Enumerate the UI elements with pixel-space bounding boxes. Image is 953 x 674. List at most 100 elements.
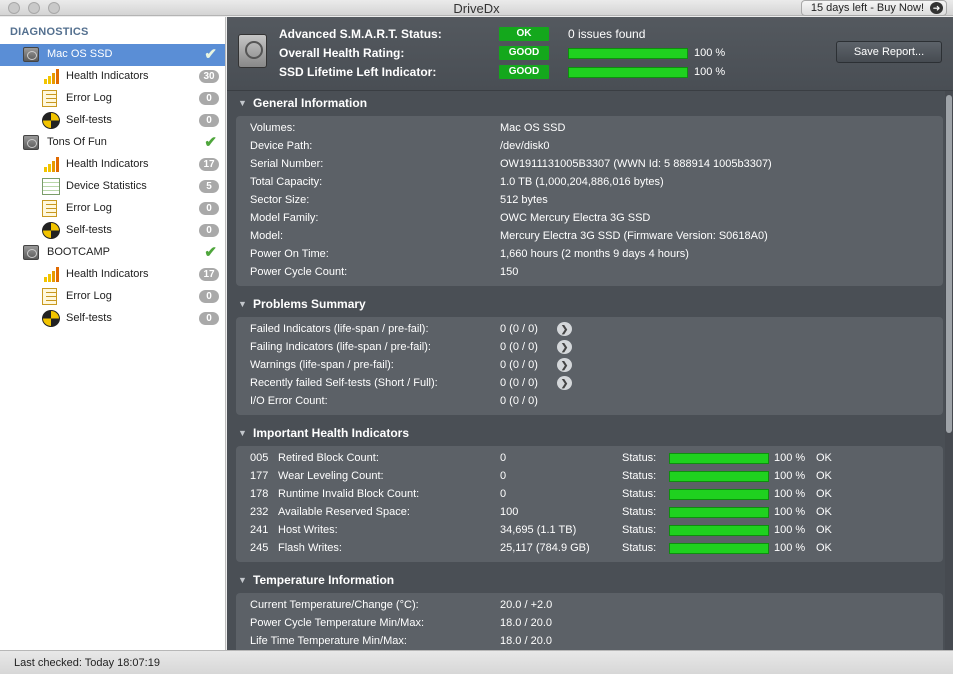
indicator-id: 177	[250, 470, 269, 482]
info-value: OW1911131005B3307 (WWN Id: 5 888914 1005…	[500, 158, 772, 170]
temperature-value: 18.0 / 20.0	[500, 635, 552, 647]
info-label: Sector Size:	[250, 194, 310, 206]
indicator-name: Available Reserved Space:	[278, 506, 410, 518]
info-label: Total Capacity:	[250, 176, 323, 188]
smart-status-label: Advanced S.M.A.R.T. Status:	[279, 27, 442, 41]
disk-drive-icon	[23, 245, 39, 260]
go-arrow-icon[interactable]: ❯	[557, 322, 572, 336]
indicator-percent: 100 %	[774, 542, 806, 554]
go-arrow-icon[interactable]: ❯	[557, 358, 572, 372]
health-bars-icon	[42, 156, 60, 173]
scrollbar-thumb[interactable]	[946, 95, 952, 433]
problem-value: 0 (0 / 0)	[500, 323, 538, 335]
sidebar-item-label: Health Indicators	[66, 70, 149, 82]
save-report-button[interactable]: Save Report...	[836, 41, 942, 63]
indicator-label: 177 Wear Leveling Count:	[250, 470, 384, 482]
info-value: /dev/disk0	[500, 140, 550, 152]
self-tests-icon	[42, 310, 60, 327]
general-info-header[interactable]: ▼ General Information	[227, 93, 945, 113]
indicator-health-bar	[669, 543, 769, 554]
ssd-lifetime-percent: 100 %	[694, 66, 726, 78]
indicator-percent: 100 %	[774, 524, 806, 536]
sidebar-item-label: Self-tests	[66, 114, 112, 126]
sidebar-item[interactable]: Device Statistics 5	[0, 176, 225, 198]
info-value: Mac OS SSD	[500, 122, 566, 134]
indicator-name: Wear Leveling Count:	[278, 470, 384, 482]
health-bars-icon	[42, 266, 60, 283]
problem-value: 0 (0 / 0)	[500, 377, 538, 389]
sidebar-item-label: Health Indicators	[66, 158, 149, 170]
sidebar-disk-1[interactable]: Tons Of Fun ✔	[0, 132, 225, 154]
sidebar-item[interactable]: Self-tests 0	[0, 308, 225, 330]
indicator-value: 100	[500, 506, 519, 518]
sidebar-item-label: Self-tests	[66, 224, 112, 236]
indicator-value: 0	[500, 470, 507, 482]
count-badge: 0	[199, 92, 219, 105]
sidebar-item[interactable]: Self-tests 0	[0, 110, 225, 132]
section-title: Problems Summary	[253, 297, 366, 311]
section-title: Important Health Indicators	[253, 426, 410, 440]
problem-label: I/O Error Count:	[250, 395, 328, 407]
problem-value: 0 (0 / 0)	[500, 395, 538, 407]
problems-summary-header[interactable]: ▼ Problems Summary	[227, 294, 945, 314]
overall-health-bar	[568, 48, 688, 59]
temperature-value: 18.0 / 20.0	[500, 617, 552, 629]
sidebar-disk-0[interactable]: Mac OS SSD ✔	[0, 44, 225, 66]
disk-drive-icon	[23, 47, 39, 62]
indicator-percent: 100 %	[774, 470, 806, 482]
overall-health-badge: GOOD	[499, 46, 549, 60]
temperature-label: Power Cycle Temperature Min/Max:	[250, 617, 425, 629]
smart-status-badge: OK	[499, 27, 549, 41]
self-tests-icon	[42, 112, 60, 129]
sidebar-item[interactable]: Health Indicators 17	[0, 264, 225, 286]
sidebar-item[interactable]: Self-tests 0	[0, 220, 225, 242]
indicator-status-label: Status:	[622, 542, 657, 554]
main-content: Advanced S.M.A.R.T. Status: OK 0 issues …	[227, 17, 953, 650]
info-label: Model:	[250, 230, 284, 242]
problem-value: 0 (0 / 0)	[500, 341, 538, 353]
count-badge: 0	[199, 114, 219, 127]
health-summary-panel: Advanced S.M.A.R.T. Status: OK 0 issues …	[227, 17, 953, 91]
sidebar-item-label: Error Log	[66, 202, 112, 214]
indicator-status-label: Status:	[622, 524, 657, 536]
sidebar-item[interactable]: Health Indicators 17	[0, 154, 225, 176]
indicator-status-label: Status:	[622, 488, 657, 500]
count-badge: 0	[199, 224, 219, 237]
indicator-value: 34,695 (1.1 TB)	[500, 524, 577, 536]
info-value: 1.0 TB (1,000,204,886,016 bytes)	[500, 176, 664, 188]
ssd-lifetime-badge: GOOD	[499, 65, 549, 79]
indicator-status-label: Status:	[622, 506, 657, 518]
sidebar-item[interactable]: Error Log 0	[0, 286, 225, 308]
problems-summary-panel: Failed Indicators (life-span / pre-fail)…	[236, 317, 943, 415]
sidebar-item[interactable]: Health Indicators 30	[0, 66, 225, 88]
go-arrow-icon[interactable]: ❯	[557, 340, 572, 354]
temperature-info-header[interactable]: ▼ Temperature Information	[227, 570, 945, 590]
sidebar-item[interactable]: Error Log 0	[0, 88, 225, 110]
indicator-status-label: Status:	[622, 470, 657, 482]
sidebar-header: DIAGNOSTICS	[10, 26, 89, 38]
hard-drive-icon	[238, 34, 267, 68]
sidebar-item[interactable]: Error Log 0	[0, 198, 225, 220]
vertical-scrollbar[interactable]	[945, 91, 953, 650]
indicator-value: 0	[500, 452, 507, 464]
indicator-value: 0	[500, 488, 507, 500]
sidebar-item-label: Self-tests	[66, 312, 112, 324]
error-log-icon	[42, 90, 57, 107]
indicator-name: Flash Writes:	[278, 542, 342, 554]
ssd-lifetime-bar	[568, 67, 688, 78]
info-value: 150	[500, 266, 519, 278]
indicator-state: OK	[816, 542, 832, 554]
info-value: OWC Mercury Electra 3G SSD	[500, 212, 651, 224]
problem-label: Failing Indicators (life-span / pre-fail…	[250, 341, 431, 353]
go-arrow-icon[interactable]: ❯	[557, 376, 572, 390]
health-indicators-header[interactable]: ▼ Important Health Indicators	[227, 423, 945, 443]
indicator-id: 232	[250, 506, 269, 518]
sidebar-disk-2[interactable]: BOOTCAMP ✔	[0, 242, 225, 264]
indicator-state: OK	[816, 488, 832, 500]
indicator-id: 245	[250, 542, 269, 554]
buy-now-button[interactable]: 15 days left - Buy Now! ➜	[800, 0, 947, 16]
info-label: Power On Time:	[250, 248, 329, 260]
indicator-name: Runtime Invalid Block Count:	[278, 488, 420, 500]
indicator-percent: 100 %	[774, 488, 806, 500]
indicator-state: OK	[816, 452, 832, 464]
